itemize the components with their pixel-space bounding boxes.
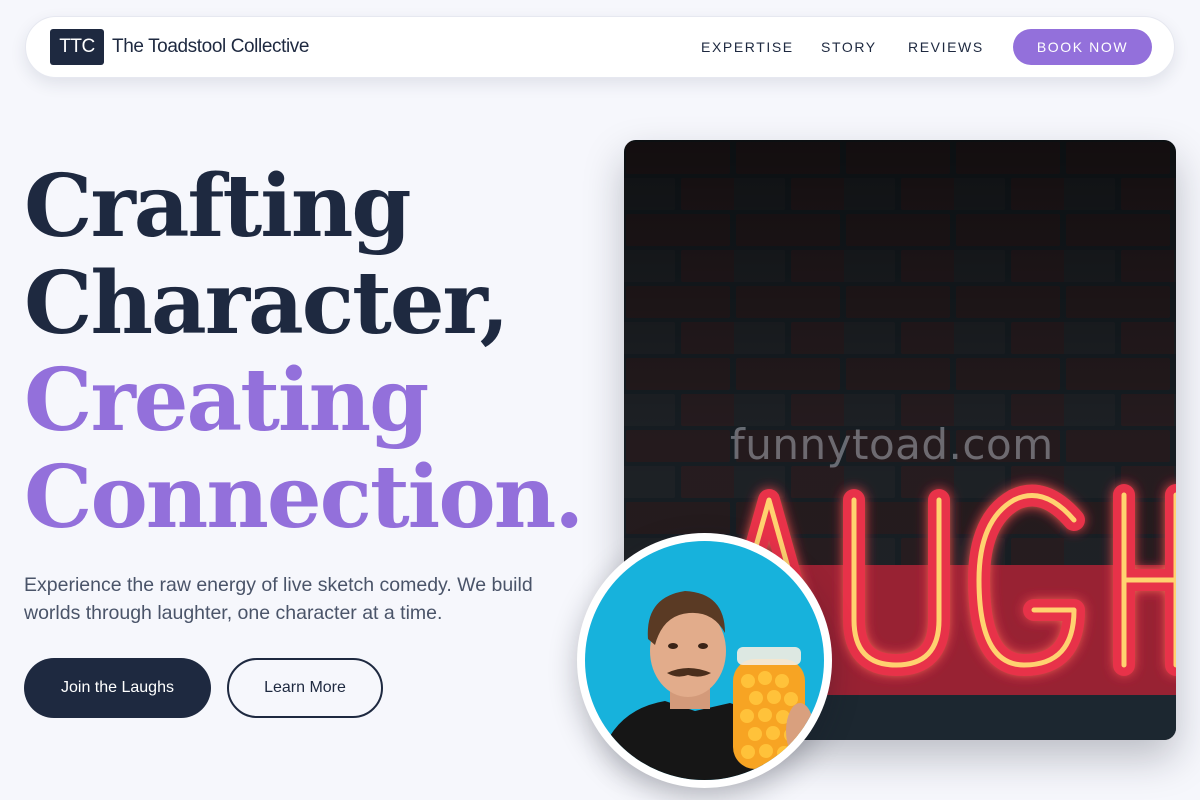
headline-line-1: Crafting xyxy=(24,156,412,257)
hero-headline: Crafting Character, Creating Connection. xyxy=(24,156,584,548)
learn-more-button[interactable]: Learn More xyxy=(227,658,383,718)
brand-name[interactable]: The Toadstool Collective xyxy=(112,36,309,58)
nav-link-story[interactable]: STORY xyxy=(821,39,877,55)
nav-link-reviews[interactable]: REVIEWS xyxy=(908,39,984,55)
book-now-button[interactable]: BOOK NOW xyxy=(1013,29,1152,65)
headline-line-2: Character, xyxy=(24,253,510,354)
headline-line-4: Connection. xyxy=(24,447,584,548)
logo[interactable]: TTC xyxy=(50,29,104,65)
headline-line-3: Creating xyxy=(24,350,429,451)
comedian-avatar xyxy=(585,541,824,780)
nav-link-expertise[interactable]: EXPERTISE xyxy=(701,39,794,55)
watermark-text: funnytoad.com xyxy=(730,420,1054,469)
hero-subtext: Experience the raw energy of live sketch… xyxy=(24,574,533,624)
top-navbar: TTC The Toadstool Collective EXPERTISE S… xyxy=(25,16,1175,78)
join-the-laughs-button[interactable]: Join the Laughs xyxy=(24,658,211,718)
